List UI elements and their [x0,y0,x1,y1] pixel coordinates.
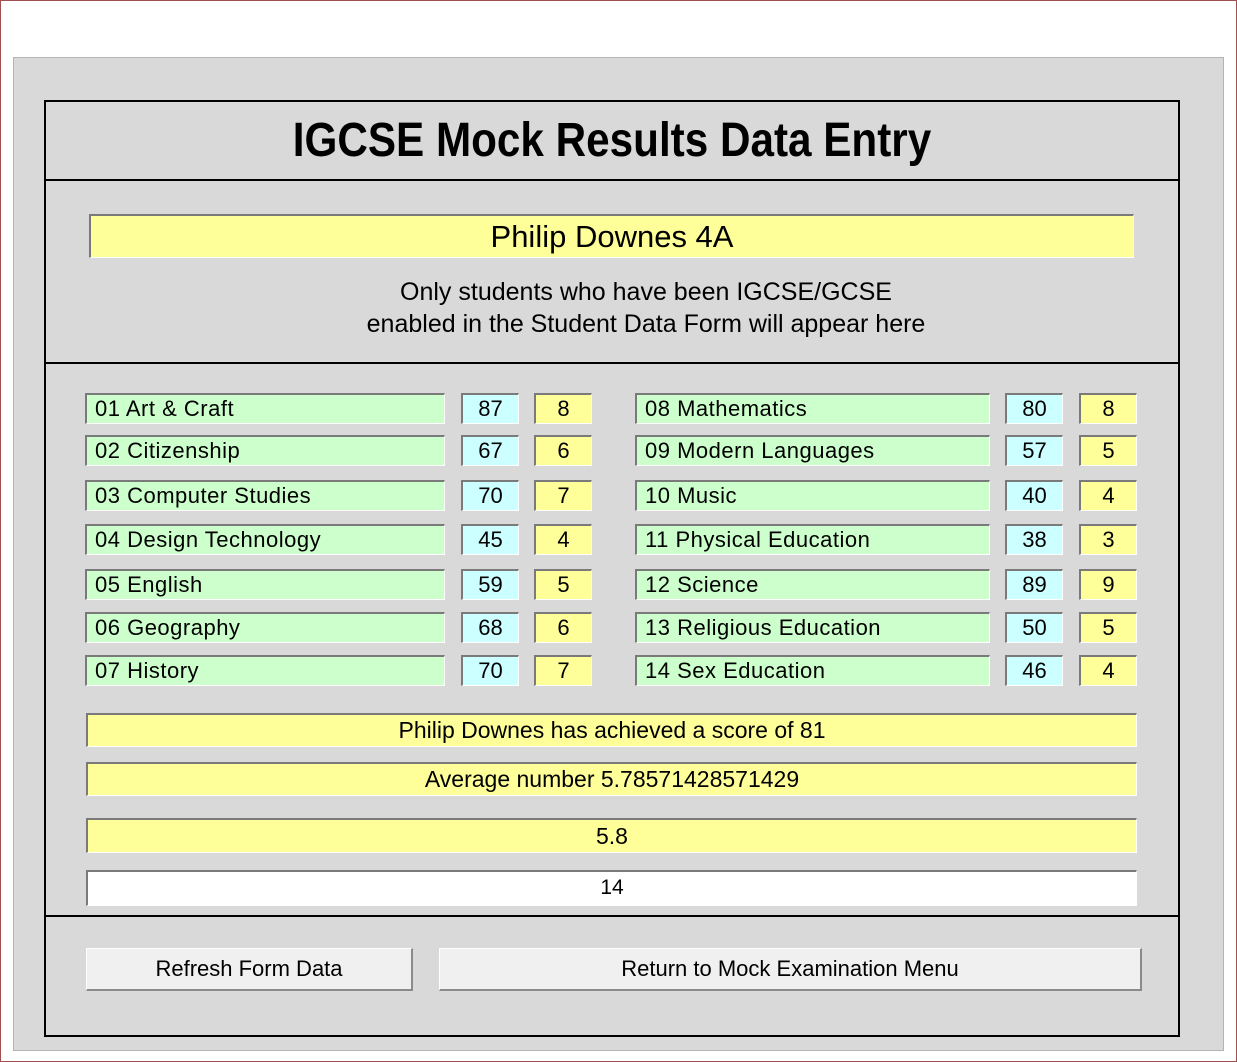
mark-field[interactable]: 40 [1005,480,1063,511]
student-name-field[interactable]: Philip Downes 4A [89,214,1134,258]
subject-name-field[interactable]: 01 Art & Craft [85,393,445,424]
eligibility-note: Only students who have been IGCSE/GCSE e… [106,276,1186,340]
refresh-form-data-button[interactable]: Refresh Form Data [86,948,413,991]
mark-field[interactable]: 87 [461,393,519,424]
grade-field[interactable]: 4 [1079,655,1137,686]
grade-field[interactable]: 5 [534,569,592,600]
grade-field[interactable]: 6 [534,435,592,466]
footer-divider [46,915,1178,917]
grade-field[interactable]: 7 [534,655,592,686]
subject-name-field[interactable]: 09 Modern Languages [635,435,990,466]
mark-field[interactable]: 80 [1005,393,1063,424]
rounded-average-field[interactable]: 5.8 [86,818,1137,853]
grade-field[interactable]: 7 [534,480,592,511]
grade-field[interactable]: 5 [1079,435,1137,466]
subject-name-field[interactable]: 07 History [85,655,445,686]
return-to-menu-button[interactable]: Return to Mock Examination Menu [439,948,1142,991]
section-divider [46,362,1178,364]
average-field[interactable]: Average number 5.78571428571429 [86,762,1137,796]
subject-name-field[interactable]: 14 Sex Education [635,655,990,686]
grade-field[interactable]: 5 [1079,612,1137,643]
note-line-1: Only students who have been IGCSE/GCSE [400,278,892,306]
grade-field[interactable]: 9 [1079,569,1137,600]
mark-field[interactable]: 70 [461,480,519,511]
subject-name-field[interactable]: 11 Physical Education [635,524,990,555]
mark-field[interactable]: 59 [461,569,519,600]
mark-field[interactable]: 68 [461,612,519,643]
subject-name-field[interactable]: 06 Geography [85,612,445,643]
grade-field[interactable]: 4 [1079,480,1137,511]
mark-field[interactable]: 89 [1005,569,1063,600]
subject-name-field[interactable]: 12 Science [635,569,990,600]
mark-field[interactable]: 45 [461,524,519,555]
mark-field[interactable]: 57 [1005,435,1063,466]
mark-field[interactable]: 67 [461,435,519,466]
mark-field[interactable]: 46 [1005,655,1063,686]
subject-name-field[interactable]: 04 Design Technology [85,524,445,555]
mark-field[interactable]: 38 [1005,524,1063,555]
grade-field[interactable]: 8 [1079,393,1137,424]
subject-name-field[interactable]: 10 Music [635,480,990,511]
mark-field[interactable]: 50 [1005,612,1063,643]
form-title: IGCSE Mock Results Data Entry [292,114,932,167]
header-divider [46,179,1178,181]
grade-field[interactable]: 6 [534,612,592,643]
grade-field[interactable]: 3 [1079,524,1137,555]
subject-count-field[interactable]: 14 [86,870,1137,906]
subject-name-field[interactable]: 05 English [85,569,445,600]
note-line-2: enabled in the Student Data Form will ap… [366,310,926,338]
subject-name-field[interactable]: 08 Mathematics [635,393,990,424]
grade-field[interactable]: 8 [534,393,592,424]
subject-name-field[interactable]: 13 Religious Education [635,612,990,643]
mark-field[interactable]: 70 [461,655,519,686]
results-form: IGCSE Mock Results Data Entry Philip Dow… [44,100,1180,1037]
subject-name-field[interactable]: 03 Computer Studies [85,480,445,511]
subject-name-field[interactable]: 02 Citizenship [85,435,445,466]
score-summary-field[interactable]: Philip Downes has achieved a score of 81 [86,713,1137,747]
grade-field[interactable]: 4 [534,524,592,555]
